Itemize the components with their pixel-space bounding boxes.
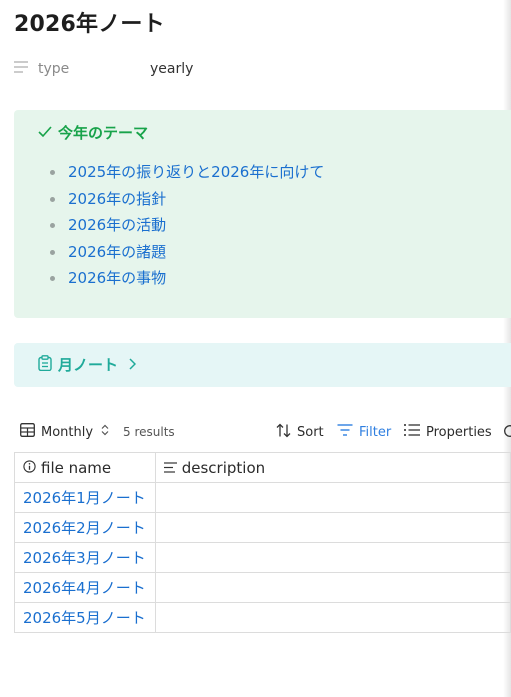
column-header-description[interactable]: description [154,452,511,483]
sort-button[interactable]: Sort [276,420,324,444]
theme-link[interactable]: 2026年の事物 [48,266,324,293]
table-icon [20,423,41,441]
table-row: 2026年4月ノート [14,572,511,603]
description-cell[interactable] [154,482,511,513]
callout-title: 今年のテーマ [38,122,148,143]
theme-callout: 今年のテーマ 2025年の振り返りと2026年に向けて 2026年の指針 202… [14,110,511,318]
table-row: 2026年2月ノート [14,512,511,543]
property-value[interactable]: yearly [150,61,193,77]
properties-label: Properties [426,424,492,440]
list-icon [404,424,426,440]
table-row: 2026年1月ノート [14,482,511,513]
theme-list: 2025年の振り返りと2026年に向けて 2026年の指針 2026年の活動 2… [48,160,324,293]
table-header-row: file name description [14,452,511,483]
file-name-cell[interactable]: 2026年4月ノート [14,572,156,603]
view-switcher[interactable]: Monthly [20,420,115,444]
sort-label: Sort [297,424,324,440]
filter-button[interactable]: Filter [337,420,391,444]
property-name: type [38,61,70,77]
file-name-cell[interactable]: 2026年1月ノート [14,482,156,513]
table-row: 2026年3月ノート [14,542,511,573]
view-name: Monthly [41,424,94,440]
theme-link[interactable]: 2026年の指針 [48,187,324,214]
month-notes-label: 月ノート [58,356,119,374]
theme-link[interactable]: 2025年の振り返りと2026年に向けて [48,160,324,187]
column-header-label: file name [41,458,112,477]
sort-arrows-icon [276,423,297,442]
text-align-icon [163,459,182,477]
column-header-file-name[interactable]: file name [14,452,156,483]
file-name-cell[interactable]: 2026年5月ノート [14,602,156,633]
info-icon [23,459,41,477]
text-lines-icon [14,61,28,77]
description-cell[interactable] [154,572,511,603]
page-title: 2026年ノート [14,12,165,37]
description-cell[interactable] [154,602,511,633]
filter-icon [337,424,359,440]
description-cell[interactable] [154,542,511,573]
file-name-cell[interactable]: 2026年2月ノート [14,512,156,543]
check-icon [38,124,58,142]
chevron-right-icon [128,356,142,374]
callout-title-text: 今年のテーマ [58,124,149,142]
month-notes-callout: 月ノート [14,343,511,387]
description-cell[interactable] [154,512,511,543]
property-row-type[interactable]: type yearly [14,58,193,80]
search-icon[interactable] [503,420,511,444]
monthly-notes-table: file name description 2026年1月ノート 2026年2月… [14,452,511,633]
properties-button[interactable]: Properties [404,420,492,444]
theme-link[interactable]: 2026年の諸題 [48,240,324,267]
clipboard-icon [38,354,58,375]
column-header-label: description [181,458,266,477]
chevron-updown-icon [101,424,115,440]
filter-label: Filter [359,424,392,440]
base-toolbar: Monthly 5 results Sort Filter Properties [20,420,511,444]
file-name-cell[interactable]: 2026年3月ノート [14,542,156,573]
month-notes-link[interactable]: 月ノート [38,354,142,375]
result-count: 5 results [123,425,175,439]
theme-link[interactable]: 2026年の活動 [48,213,324,240]
table-row: 2026年5月ノート [14,602,511,633]
